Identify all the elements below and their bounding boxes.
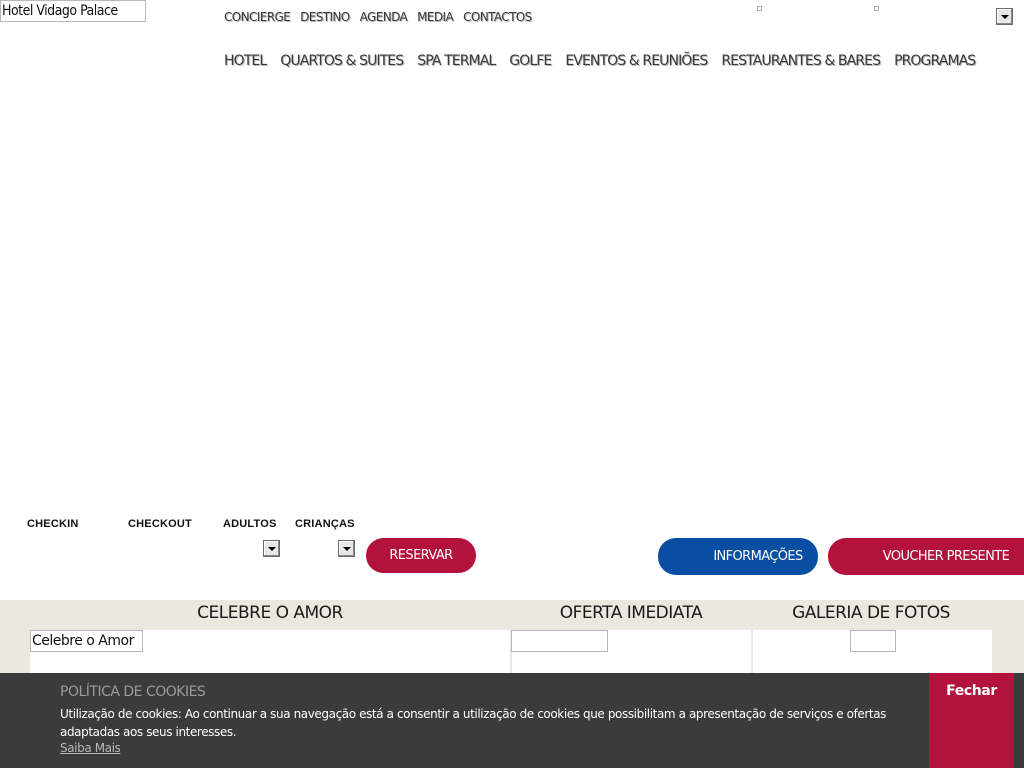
oferta-imediata-image[interactable] [511, 630, 608, 652]
galeria-de-fotos-image[interactable] [850, 630, 896, 652]
cookie-close-button[interactable]: Fechar [929, 673, 1014, 768]
main-nav-programas[interactable]: PROGRAMAS [894, 53, 976, 69]
top-nav-contactos[interactable]: CONTACTOS [463, 10, 532, 24]
language-select-dropdown[interactable] [996, 8, 1013, 25]
gift-voucher-button[interactable]: VOUCHER PRESENTE [828, 538, 1024, 575]
adults-select-dropdown[interactable] [263, 540, 280, 557]
main-nav-golfe[interactable]: GOLFE [509, 53, 552, 69]
adults-label: ADULTOS [223, 518, 277, 530]
cookie-banner-title: POLÍTICA DE COOKIES [60, 684, 206, 700]
main-nav-restaurantes-bares[interactable]: RESTAURANTES & BARES [721, 53, 881, 69]
main-navigation: HOTEL QUARTOS & SUITES SPA TERMAL GOLFE … [224, 53, 976, 69]
children-select-dropdown[interactable] [338, 540, 355, 557]
reserve-button[interactable]: RESERVAR [366, 538, 476, 573]
language-flag-icon[interactable] [874, 6, 879, 11]
top-nav-destino[interactable]: DESTINO [300, 10, 350, 24]
children-label: CRIANÇAS [295, 518, 355, 530]
information-button[interactable]: INFORMAÇÕES [658, 538, 818, 575]
main-nav-hotel[interactable]: HOTEL [224, 53, 267, 69]
top-navigation: CONCIERGE DESTINO AGENDA MEDIA CONTACTOS [224, 10, 532, 24]
cookie-learn-more-link[interactable]: Saiba Mais [60, 741, 121, 755]
section-title-celebre-o-amor: CELEBRE O AMOR [197, 603, 343, 623]
main-nav-quartos-suites[interactable]: QUARTOS & SUITES [280, 53, 404, 69]
top-nav-agenda[interactable]: AGENDA [360, 10, 408, 24]
main-nav-spa-termal[interactable]: SPA TERMAL [417, 53, 496, 69]
celebre-o-amor-image[interactable]: Celebre o Amor [30, 630, 143, 652]
checkout-label: CHECKOUT [128, 518, 192, 530]
top-nav-media[interactable]: MEDIA [417, 10, 454, 24]
language-flag-icon[interactable] [757, 6, 762, 11]
hotel-logo-image[interactable]: Hotel Vidago Palace [0, 0, 146, 22]
checkin-label: CHECKIN [27, 518, 79, 530]
main-nav-eventos-reunioes[interactable]: EVENTOS & REUNIÕES [565, 53, 708, 69]
top-nav-concierge[interactable]: CONCIERGE [224, 10, 291, 24]
cookie-banner-text: Utilização de cookies: Ao continuar a su… [60, 707, 887, 739]
section-title-galeria-de-fotos: GALERIA DE FOTOS [792, 603, 950, 623]
section-title-oferta-imediata: OFERTA IMEDIATA [559, 603, 703, 623]
